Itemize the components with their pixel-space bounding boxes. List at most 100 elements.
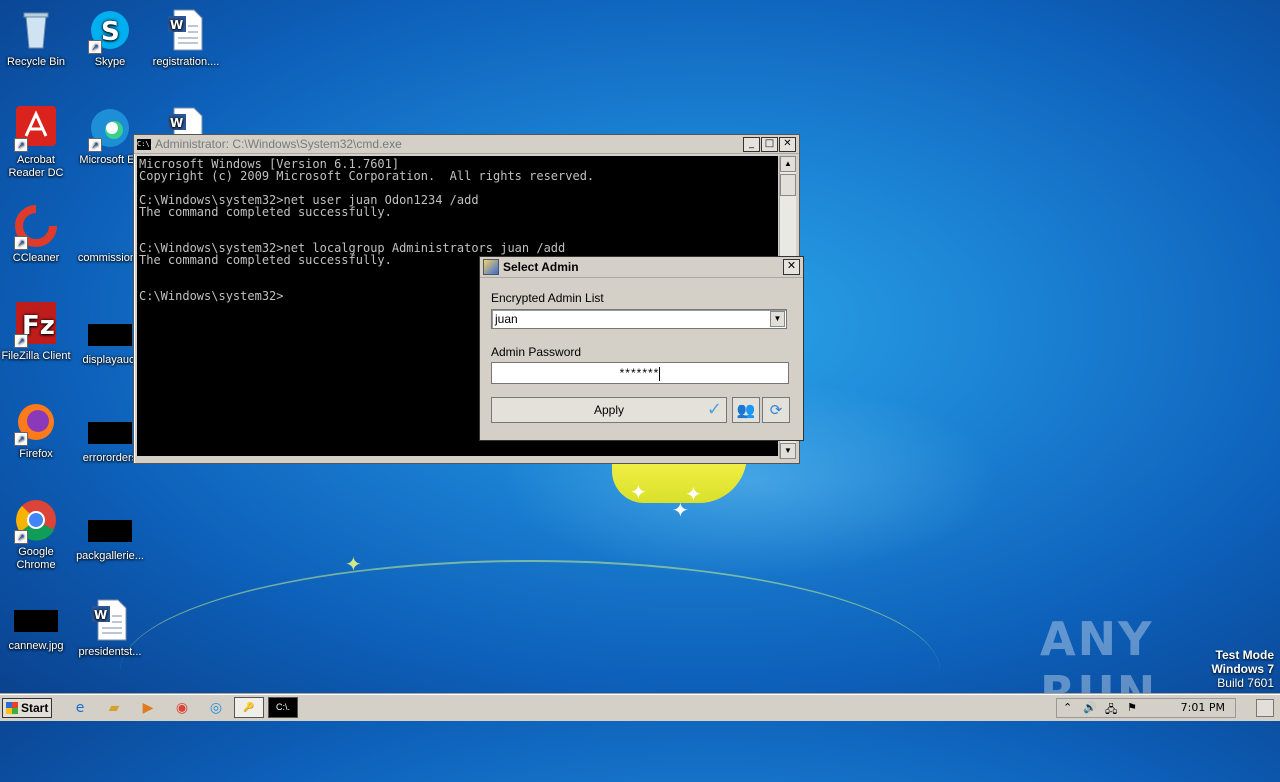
taskbar-select-admin[interactable]: 🔑 <box>234 697 264 718</box>
refresh-icon: ⟳ <box>769 401 783 419</box>
shortcut-arrow-icon: ↗ <box>14 236 28 250</box>
word-document-icon: W <box>88 598 132 642</box>
show-desktop-button[interactable] <box>1256 699 1274 717</box>
desktop-icon-label: Firefox <box>19 448 53 460</box>
admin-password-field[interactable]: ******* <box>491 362 789 384</box>
sparkle-decoration: ✦ <box>345 552 362 576</box>
desktop-icon-label: Acrobat Reader DC <box>8 154 64 179</box>
desktop-icon-packgallerie[interactable]: packgallerie... <box>72 498 148 563</box>
shortcut-arrow-icon: ↗ <box>14 530 28 544</box>
scroll-thumb[interactable] <box>780 174 796 196</box>
desktop-icon-skype[interactable]: S ↗ Skype <box>72 8 148 69</box>
clock[interactable]: 7:01 PM <box>1181 701 1225 714</box>
chrome-taskbar-icon[interactable]: ◉ <box>170 698 194 718</box>
checkmark-icon: ✓ <box>706 399 722 420</box>
apply-button[interactable]: Apply ✓ <box>491 397 727 423</box>
chrome-icon: ↗ <box>14 498 58 544</box>
desktop-icon-cannew[interactable]: cannew.jpg <box>0 600 74 653</box>
shortcut-arrow-icon: ↗ <box>88 40 102 54</box>
svg-text:S: S <box>101 17 120 47</box>
text-caret <box>659 366 661 381</box>
ccleaner-icon: ↗ <box>14 204 58 250</box>
test-mode-label: Test Mode <box>1215 648 1274 662</box>
admin-list-select[interactable]: juan ▼ <box>491 309 787 329</box>
desktop-icon-recycle-bin[interactable]: Recycle Bin <box>0 8 74 69</box>
close-button[interactable]: ✕ <box>779 136 796 152</box>
media-player-icon[interactable]: ▶ <box>136 698 160 718</box>
volume-icon[interactable]: 🔊 <box>1083 701 1097 714</box>
desktop-icon-registration[interactable]: W registration.... <box>148 8 224 69</box>
users-button[interactable]: 👥 <box>732 397 760 423</box>
black-thumbnail-icon <box>88 324 132 346</box>
svg-text:W: W <box>170 18 183 32</box>
shortcut-arrow-icon: ↗ <box>88 138 102 152</box>
edge-icon: ↗ <box>88 106 132 152</box>
filezilla-icon: Fz ↗ <box>14 302 58 348</box>
word-document-icon: W <box>164 8 208 52</box>
desktop-icon-label: Recycle Bin <box>6 56 66 68</box>
maximize-button[interactable]: □ <box>761 136 778 152</box>
edge-taskbar-icon[interactable]: ◎ <box>204 698 228 718</box>
dialog-title: Select Admin <box>503 260 579 274</box>
show-hidden-icons-icon[interactable]: ⌃ <box>1063 701 1072 714</box>
svg-text:W: W <box>170 116 183 130</box>
cmd-titlebar[interactable]: C:\. Administrator: C:\Windows\System32\… <box>134 135 799 154</box>
apply-label: Apply <box>593 403 625 417</box>
dialog-app-icon <box>483 259 499 275</box>
chevron-down-icon[interactable]: ▼ <box>770 311 785 327</box>
select-admin-app-icon: 🔑 <box>243 702 255 712</box>
desktop-icon-label: Google Chrome <box>16 546 56 571</box>
select-admin-dialog[interactable]: Select Admin ✕ Encrypted Admin List juan… <box>479 256 804 441</box>
scroll-down-button[interactable]: ▼ <box>780 443 796 459</box>
users-icon: 👥 <box>736 401 756 419</box>
desktop-icon-label: Skype <box>94 56 126 68</box>
network-icon[interactable]: 🖧 <box>1105 701 1117 720</box>
desktop-icon-presidentst[interactable]: W presidentst... <box>72 598 148 659</box>
desktop-icon-label: CCleaner <box>12 252 60 264</box>
desktop-icon-label: FileZilla Client <box>1 350 71 362</box>
os-label: Windows 7 <box>1211 662 1274 676</box>
taskbar-cmd[interactable]: C:\. <box>268 697 298 718</box>
cmd-title: Administrator: C:\Windows\System32\cmd.e… <box>155 137 402 151</box>
shortcut-arrow-icon: ↗ <box>14 432 28 446</box>
desktop-icon-ccleaner[interactable]: ↗ CCleaner <box>0 204 74 265</box>
admin-password-label: Admin Password <box>491 345 582 359</box>
dialog-titlebar[interactable]: Select Admin ✕ <box>480 257 803 278</box>
system-tray: ⌃ 🔊 🖧 ⚑ 7:01 PM <box>1056 698 1236 718</box>
shortcut-arrow-icon: ↗ <box>14 138 28 152</box>
black-thumbnail-icon <box>88 520 132 542</box>
refresh-button[interactable]: ⟳ <box>762 397 790 423</box>
recycle-bin-icon <box>14 8 58 52</box>
file-icon <box>88 204 132 248</box>
shortcut-arrow-icon: ↗ <box>14 334 28 348</box>
start-button[interactable]: Start <box>2 698 52 718</box>
ie-icon[interactable]: e <box>68 698 92 718</box>
minimize-button[interactable]: _ <box>743 136 760 152</box>
desktop-icon-label: registration.... <box>152 56 220 68</box>
console-line: The command completed successfully. <box>139 205 392 219</box>
desktop-icon-acrobat[interactable]: ↗ Acrobat Reader DC <box>0 106 74 180</box>
svg-text:W: W <box>94 608 107 622</box>
taskbar: Start e ▰ ▶ ◉ ◎ 🔑 C:\. ⌃ 🔊 🖧 ⚑ 7:01 PM <box>0 694 1280 721</box>
wallpaper-swoosh <box>120 560 940 782</box>
selected-admin-value: juan <box>495 312 518 326</box>
desktop-icon-label: presidentst... <box>78 646 142 658</box>
build-label: Build 7601 <box>1217 676 1274 690</box>
encrypted-admin-list-label: Encrypted Admin List <box>491 291 604 305</box>
desktop-icon-label: packgallerie... <box>76 550 144 562</box>
desktop-icon-chrome[interactable]: ↗ Google Chrome <box>0 498 74 572</box>
cmd-icon: C:\. <box>137 138 154 150</box>
desktop-icon-firefox[interactable]: ↗ Firefox <box>0 400 74 461</box>
cmd-taskbar-icon: C:\. <box>275 702 290 712</box>
dialog-close-button[interactable]: ✕ <box>783 259 800 275</box>
desktop-icon-filezilla[interactable]: Fz ↗ FileZilla Client <box>0 302 74 363</box>
black-thumbnail-icon <box>88 422 132 444</box>
folder-icon[interactable]: ▰ <box>102 698 126 718</box>
password-mask: ******* <box>619 366 660 380</box>
scroll-up-button[interactable]: ▲ <box>780 156 796 172</box>
acrobat-icon: ↗ <box>14 106 58 152</box>
flag-icon[interactable]: ⚑ <box>1127 701 1137 714</box>
skype-icon: S ↗ <box>88 8 132 54</box>
black-thumbnail-icon <box>14 610 58 632</box>
